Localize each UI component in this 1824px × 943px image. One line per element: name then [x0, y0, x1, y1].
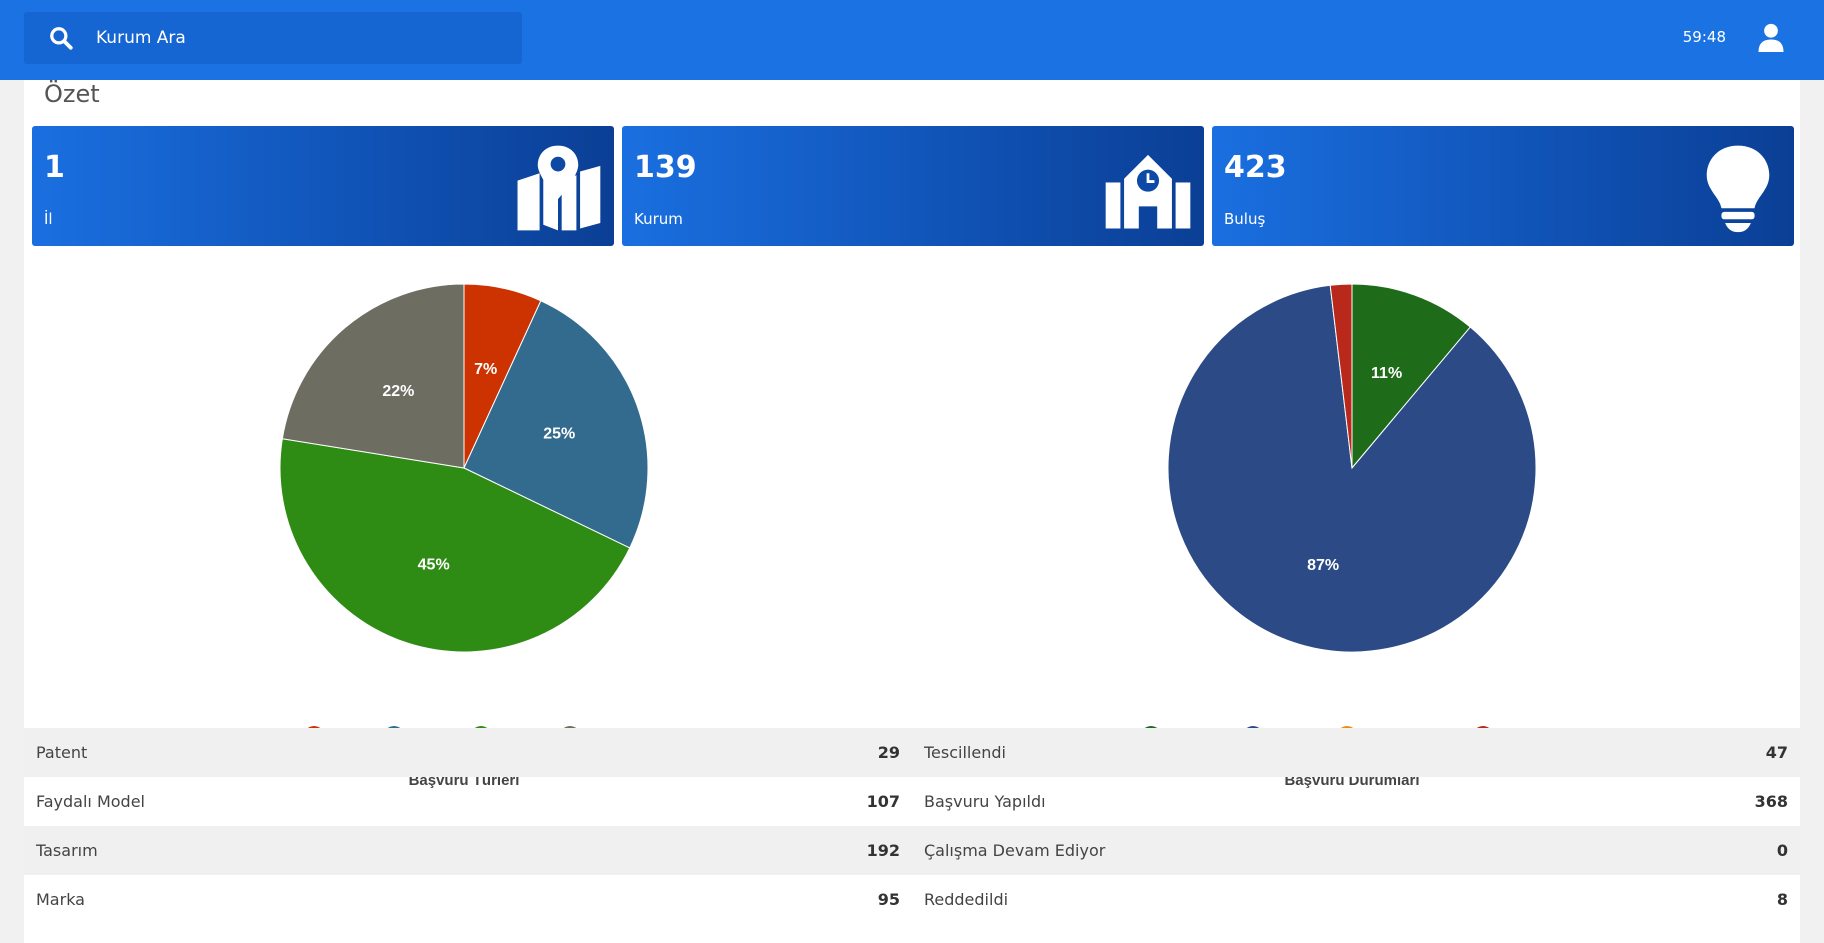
row-label: Tescillendi	[924, 743, 1006, 762]
stat-label: Buluş	[1224, 210, 1266, 228]
stat-value: 139	[634, 150, 697, 185]
chart-basvuru-durumlari: 11%87% TescillendiB.YapıldıÇ.Devam Ediyo…	[912, 260, 1792, 789]
row-label: Tasarım	[36, 841, 98, 860]
table-basvuru-turleri: Patent 29 Faydalı Model 107 Tasarım 192 …	[24, 728, 912, 924]
row-label: Başvuru Yapıldı	[924, 792, 1046, 811]
user-icon[interactable]	[1756, 22, 1786, 52]
table-row: Tasarım 192	[24, 826, 912, 875]
slice-percent-label: 11%	[1371, 365, 1402, 382]
school-icon	[1105, 154, 1191, 229]
slice-percent-label: 25%	[543, 426, 575, 443]
search-placeholder[interactable]: Kurum Ara	[96, 28, 186, 48]
slice-percent-label: 22%	[382, 383, 414, 400]
row-value: 47	[1765, 743, 1788, 762]
lightbulb-icon	[1706, 145, 1770, 233]
search-box[interactable]: Kurum Ara	[24, 12, 522, 64]
stat-card-kurum[interactable]: 139 Kurum	[622, 126, 1204, 246]
row-label: Çalışma Devam Ediyor	[924, 841, 1106, 860]
row-value: 107	[866, 792, 900, 811]
stat-label: İl	[44, 210, 53, 228]
map-pin-icon	[517, 145, 601, 231]
row-label: Marka	[36, 890, 85, 909]
row-label: Faydalı Model	[36, 792, 145, 811]
main-content: Özet 1 İl 139 Kurum 423 Buluş 7% 25% 45%…	[24, 80, 1800, 943]
row-value: 368	[1754, 792, 1788, 811]
row-label: Patent	[36, 743, 88, 762]
page-title: Özet	[44, 80, 100, 108]
table-row: Faydalı Model 107	[24, 777, 912, 826]
pie-chart: 7% 25% 45% 22%	[279, 283, 649, 653]
row-value: 8	[1776, 890, 1788, 909]
table-row: Reddedildi 8	[912, 875, 1800, 924]
stat-card-bulus[interactable]: 423 Buluş	[1212, 126, 1794, 246]
slice-percent-label: 45%	[418, 557, 450, 574]
table-row: Başvuru Yapıldı 368	[912, 777, 1800, 826]
slice-percent-label: 87%	[1307, 557, 1339, 574]
stat-value: 1	[44, 150, 65, 185]
pie-chart: 11% 87%	[1167, 283, 1537, 653]
table-row: Marka 95	[24, 875, 912, 924]
session-timer: 59:48	[1682, 28, 1726, 46]
chart-basvuru-turleri: 7%25%45%22% PatentF.ModelTasarımMarka Ba…	[24, 260, 904, 789]
stat-value: 423	[1224, 150, 1287, 185]
pie-slice-marka[interactable]	[281, 283, 465, 469]
row-value: 95	[877, 890, 900, 909]
table-row: Çalışma Devam Ediyor 0	[912, 826, 1800, 875]
row-value: 0	[1776, 841, 1788, 860]
table-row: Tescillendi 47	[912, 728, 1800, 777]
row-value: 29	[877, 743, 900, 762]
row-value: 192	[866, 841, 900, 860]
row-label: Reddedildi	[924, 890, 1009, 909]
table-basvuru-durumlari: Tescillendi 47 Başvuru Yapıldı 368 Çalış…	[912, 728, 1800, 924]
search-icon	[50, 27, 73, 50]
stat-label: Kurum	[634, 210, 683, 228]
table-row: Patent 29	[24, 728, 912, 777]
slice-percent-label: 7%	[474, 361, 497, 378]
top-bar: Kurum Ara 59:48	[0, 0, 1824, 80]
stat-card-il[interactable]: 1 İl	[32, 126, 614, 246]
